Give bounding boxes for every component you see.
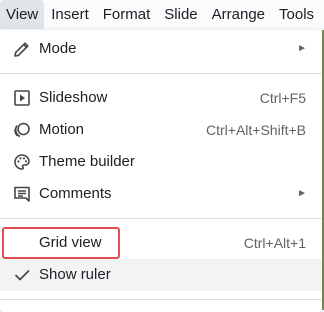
- menu-bar: View Insert Format Slide Arrange Tools: [0, 0, 324, 31]
- menu-item-theme-builder[interactable]: Theme builder: [0, 146, 322, 178]
- checkmark-icon: [12, 265, 32, 285]
- menu-item-mode[interactable]: Mode ►: [0, 33, 322, 65]
- menu-insert[interactable]: Insert: [44, 0, 96, 29]
- menu-divider: [0, 299, 322, 300]
- submenu-arrow-icon: ►: [297, 188, 307, 199]
- shortcut-motion: Ctrl+Alt+Shift+B: [206, 122, 306, 138]
- menu-item-theme-builder-label: Theme builder: [39, 153, 135, 170]
- menu-tools[interactable]: Tools: [272, 0, 321, 29]
- menu-item-motion[interactable]: Motion Ctrl+Alt+Shift+B: [0, 114, 322, 146]
- menu-arrange[interactable]: Arrange: [205, 0, 272, 29]
- shortcut-grid-view: Ctrl+Alt+1: [243, 235, 306, 251]
- menu-item-grid-view-label: Grid view: [39, 234, 102, 251]
- motion-icon: [12, 120, 32, 140]
- play-box-icon: [12, 88, 32, 108]
- submenu-arrow-icon: ►: [297, 43, 307, 54]
- pencil-icon: [12, 39, 32, 59]
- menu-item-slideshow-label: Slideshow: [39, 89, 108, 106]
- menu-view[interactable]: View: [0, 0, 45, 29]
- menu-divider: [0, 73, 322, 74]
- menu-item-mode-label: Mode: [39, 40, 77, 57]
- menu-format[interactable]: Format: [96, 0, 158, 29]
- menu-divider: [0, 218, 322, 219]
- comment-icon: [12, 184, 32, 204]
- menu-item-motion-label: Motion: [39, 121, 85, 138]
- menu-item-comments[interactable]: Comments ►: [0, 178, 322, 210]
- palette-icon: [12, 152, 32, 172]
- menu-item-grid-view[interactable]: Grid view Ctrl+Alt+1: [0, 227, 322, 259]
- menu-item-show-ruler[interactable]: Show ruler: [0, 259, 322, 291]
- menu-slide[interactable]: Slide: [157, 0, 204, 29]
- menu-item-comments-label: Comments: [39, 185, 112, 202]
- view-menu-dropdown: Mode ► Slideshow Ctrl+F5 Motion Ctrl+Alt…: [0, 30, 322, 312]
- shortcut-slideshow: Ctrl+F5: [259, 90, 306, 106]
- menu-item-show-ruler-label: Show ruler: [39, 266, 111, 283]
- menu-item-slideshow[interactable]: Slideshow Ctrl+F5: [0, 82, 322, 114]
